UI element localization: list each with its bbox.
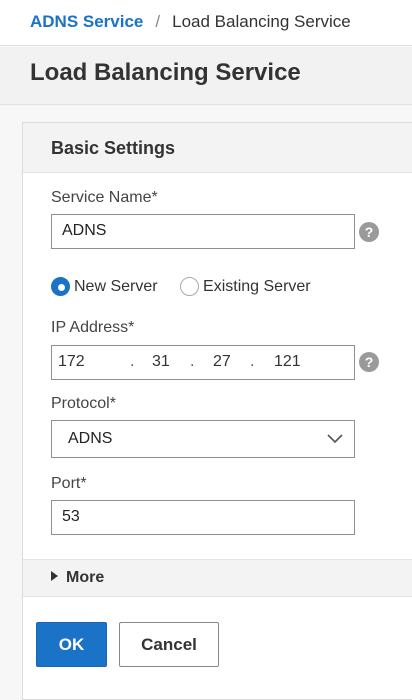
radio-existing-server-circle[interactable] [180,277,200,296]
ip-address-input[interactable]: 172 . 31 . 27 . 121 [51,345,355,380]
ip-address-help-icon[interactable]: ? [359,352,379,372]
breadcrumb-link-adns-service[interactable]: ADNS Service [30,12,143,31]
ip-separator-1: . [130,353,135,370]
ip-separator-2: . [190,353,195,370]
radio-new-server-circle[interactable] [51,277,70,296]
radio-new-server[interactable]: New Server [51,277,158,296]
ip-octet-1[interactable]: 172 [58,353,85,371]
caret-right-icon [51,571,58,581]
service-name-input[interactable]: ADNS [51,214,355,249]
page-title: Load Balancing Service [30,59,301,86]
panel-title: Basic Settings [23,123,412,173]
more-expander[interactable]: More [23,559,412,597]
chevron-down-icon [327,434,343,444]
service-name-help-icon[interactable]: ? [359,222,379,242]
breadcrumb: ADNS Service / Load Balancing Service [0,0,412,46]
cancel-button[interactable]: Cancel [119,622,219,667]
service-name-label: Service Name* [51,189,158,206]
ip-address-label: IP Address* [51,319,135,336]
ip-separator-3: . [250,353,255,370]
radio-new-server-label: New Server [74,277,158,295]
radio-existing-server[interactable]: Existing Server [180,277,311,296]
radio-existing-server-label: Existing Server [203,277,311,295]
breadcrumb-current: Load Balancing Service [172,12,351,31]
protocol-select[interactable]: ADNS [51,420,355,458]
port-input[interactable]: 53 [51,500,355,535]
protocol-selected-value: ADNS [68,430,113,447]
more-label: More [66,569,105,586]
ip-octet-2[interactable]: 31 [152,353,170,371]
breadcrumb-separator: / [155,12,161,31]
page-header: Load Balancing Service [0,47,412,105]
ok-button[interactable]: OK [36,622,107,667]
server-type-radio-group: New Server Existing Server [51,277,311,299]
protocol-label: Protocol* [51,395,116,412]
port-label: Port* [51,475,87,492]
basic-settings-panel: Basic Settings Service Name* ADNS ? New … [22,122,412,700]
ip-octet-3[interactable]: 27 [213,353,231,371]
ip-octet-4[interactable]: 121 [274,353,301,371]
